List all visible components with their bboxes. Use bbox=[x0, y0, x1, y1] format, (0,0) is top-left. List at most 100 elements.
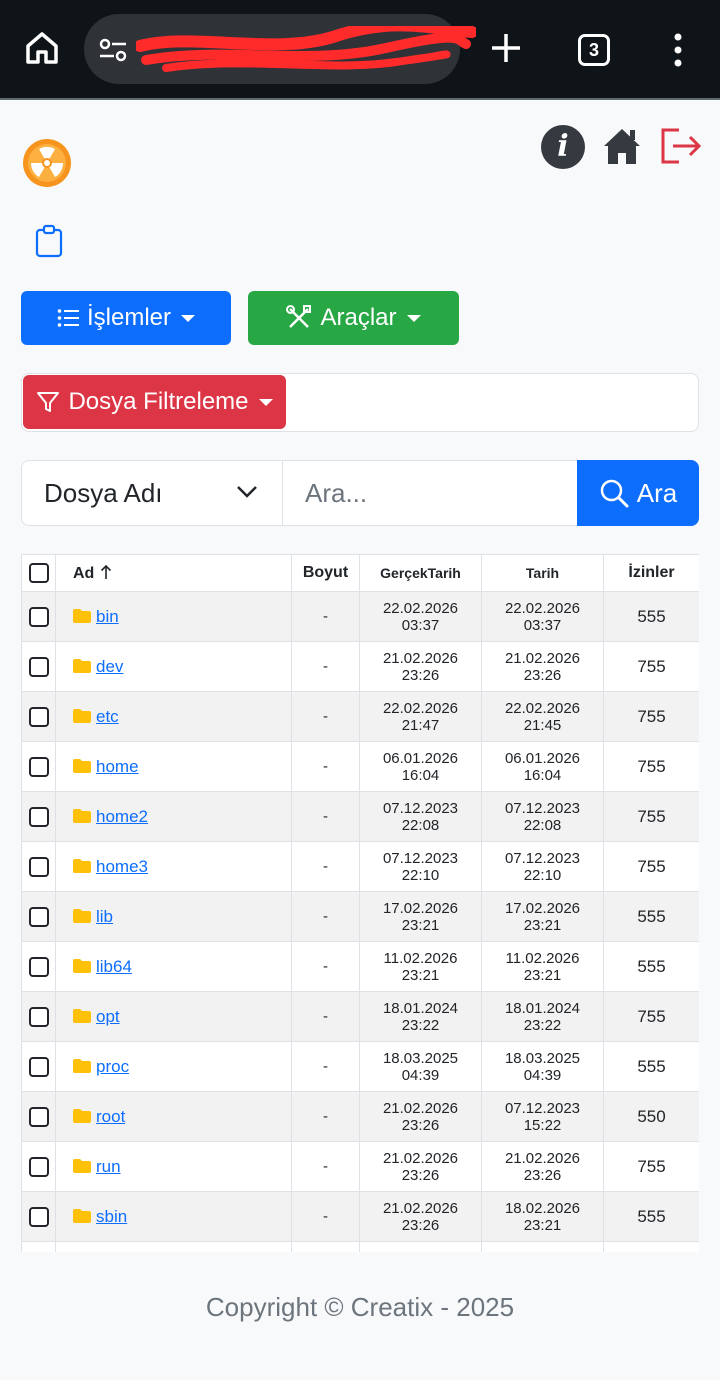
info-icon[interactable]: i bbox=[541, 125, 585, 169]
tools-label: Araçlar bbox=[320, 304, 397, 331]
folder-link[interactable]: opt bbox=[96, 1007, 120, 1026]
name-column-header[interactable]: Ad bbox=[55, 554, 292, 592]
size-cell: - bbox=[291, 841, 360, 892]
search-input[interactable]: Ara... bbox=[283, 460, 578, 526]
table-row[interactable]: root -21.02.2026 23:26 07.12.2023 15:22 550 bbox=[21, 1091, 699, 1142]
radiation-logo-icon[interactable] bbox=[22, 138, 72, 188]
date-value: 21.02.2026 bbox=[504, 649, 581, 667]
row-checkbox[interactable] bbox=[28, 1056, 49, 1077]
folder-link[interactable]: dev bbox=[96, 657, 123, 676]
table-row[interactable]: lib64-11.02.2026 23:21 11.02.2026 23:21 555 bbox=[21, 941, 699, 992]
folder-link[interactable]: proc bbox=[96, 1057, 129, 1076]
folder-icon bbox=[73, 958, 91, 973]
table-row[interactable]: home3-07.12.2023 22:10 07.12.2023 22:10 755 bbox=[21, 841, 699, 892]
folder-link[interactable]: home2 bbox=[96, 807, 148, 826]
date-value: 18.03.2025 bbox=[504, 1049, 581, 1067]
table-row[interactable]: sbin -21.02.2026 23:26 18.02.2026 23:21 555 bbox=[21, 1191, 699, 1242]
row-checkbox[interactable] bbox=[28, 806, 49, 827]
operations-dropdown-button[interactable]: İşlemler bbox=[21, 291, 231, 345]
name-cell: lib bbox=[55, 891, 292, 942]
permissions-column-header[interactable]: İzinler bbox=[603, 554, 699, 592]
table-row[interactable]: run -21.02.2026 23:26 21.02.2026 23:26 755 bbox=[21, 1141, 699, 1192]
folder-icon bbox=[73, 658, 91, 673]
real-time-value: 04:39 bbox=[401, 1066, 440, 1084]
date-cell: 18.02.2026 23:21 bbox=[481, 1191, 604, 1242]
table-row[interactable]: home2-07.12.2023 22:08 07.12.2023 22:08 755 bbox=[21, 791, 699, 842]
folder-link[interactable]: etc bbox=[96, 707, 119, 726]
date-value: 22.02.2026 bbox=[504, 599, 581, 617]
size-cell: - bbox=[291, 941, 360, 992]
folder-link[interactable]: lib64 bbox=[96, 957, 132, 976]
row-checkbox[interactable] bbox=[28, 1206, 49, 1227]
tab-switcher-button[interactable]: 3 bbox=[578, 34, 610, 66]
date-cell: 18.03.2025 04:39 bbox=[481, 1041, 604, 1092]
row-select-cell bbox=[21, 991, 56, 1042]
real-time-value: 22:08 bbox=[401, 816, 440, 834]
select-all-cell bbox=[21, 554, 56, 592]
table-row[interactable]: etc -22.02.2026 21:47 22.02.2026 21:45 755 bbox=[21, 691, 699, 742]
real-date-column-header[interactable]: GerçekTarih bbox=[359, 554, 482, 592]
new-tab-icon[interactable] bbox=[488, 30, 524, 66]
date-cell: 07.12.2023 22:10 bbox=[481, 841, 604, 892]
folder-link[interactable]: home3 bbox=[96, 857, 148, 876]
logout-icon[interactable] bbox=[659, 126, 705, 166]
permissions-cell bbox=[603, 1241, 699, 1252]
real-date-value: 07.12.2023 bbox=[382, 849, 459, 867]
row-checkbox[interactable] bbox=[28, 1006, 49, 1027]
row-checkbox[interactable] bbox=[28, 1156, 49, 1177]
search-button[interactable]: Ara bbox=[577, 460, 699, 526]
row-checkbox[interactable] bbox=[28, 656, 49, 677]
time-value: 04:39 bbox=[523, 1066, 562, 1084]
size-cell: - bbox=[291, 691, 360, 742]
table-row[interactable] bbox=[21, 1241, 699, 1252]
table-row[interactable]: dev -21.02.2026 23:26 21.02.2026 23:26 755 bbox=[21, 641, 699, 692]
table-row[interactable]: bin -22.02.2026 03:37 22.02.2026 03:37 555 bbox=[21, 591, 699, 642]
real-time-value: 22:10 bbox=[401, 866, 440, 884]
table-row[interactable]: opt -18.01.2024 23:22 18.01.2024 23:22 755 bbox=[21, 991, 699, 1042]
folder-link[interactable]: root bbox=[96, 1107, 125, 1126]
tools-dropdown-button[interactable]: Araçlar bbox=[248, 291, 459, 345]
permissions-cell: 755 bbox=[603, 691, 699, 742]
file-table-container[interactable]: Ad Boyut GerçekTarih Tarih İzinler bin -2… bbox=[21, 554, 699, 1252]
size-cell: - bbox=[291, 1141, 360, 1192]
folder-link[interactable]: sbin bbox=[96, 1207, 127, 1226]
time-value: 23:22 bbox=[523, 1016, 562, 1034]
row-checkbox[interactable] bbox=[28, 706, 49, 727]
house-icon[interactable] bbox=[603, 126, 641, 166]
table-row[interactable]: proc -18.03.2025 04:39 18.03.2025 04:39 555 bbox=[21, 1041, 699, 1092]
date-value: 07.12.2023 bbox=[504, 1099, 581, 1117]
folder-link[interactable]: run bbox=[96, 1157, 121, 1176]
row-select-cell bbox=[21, 1091, 56, 1142]
address-bar[interactable] bbox=[84, 14, 476, 84]
more-vert-icon[interactable] bbox=[670, 32, 686, 68]
name-cell: etc bbox=[55, 691, 292, 742]
row-checkbox[interactable] bbox=[28, 856, 49, 877]
site-settings-icon[interactable] bbox=[98, 36, 128, 64]
folder-link[interactable]: home bbox=[96, 757, 139, 776]
size-column-header[interactable]: Boyut bbox=[291, 554, 360, 592]
date-column-header[interactable]: Tarih bbox=[481, 554, 604, 592]
row-checkbox[interactable] bbox=[28, 956, 49, 977]
browser-toolbar: 3 bbox=[0, 0, 720, 100]
row-checkbox[interactable] bbox=[28, 606, 49, 627]
row-checkbox[interactable] bbox=[28, 1106, 49, 1127]
row-select-cell bbox=[21, 1141, 56, 1192]
file-filter-dropdown-button[interactable]: Dosya Filtreleme bbox=[23, 375, 286, 429]
real-date-cell: 22.02.2026 21:47 bbox=[359, 691, 482, 742]
real-date-value: 21.02.2026 bbox=[382, 1199, 459, 1217]
select-all-checkbox[interactable] bbox=[28, 563, 49, 583]
tools-icon bbox=[286, 305, 312, 328]
folder-link[interactable]: lib bbox=[96, 907, 113, 926]
real-date-value: 18.01.2024 bbox=[382, 999, 459, 1017]
home-icon[interactable] bbox=[22, 28, 62, 68]
size-cell: - bbox=[291, 891, 360, 942]
real-date-value: 11.02.2026 bbox=[383, 949, 458, 967]
row-checkbox[interactable] bbox=[28, 756, 49, 777]
caret-down-icon bbox=[406, 314, 421, 322]
table-row[interactable]: home -06.01.2026 16:04 06.01.2026 16:04 755 bbox=[21, 741, 699, 792]
table-row[interactable]: lib -17.02.2026 23:21 17.02.2026 23:21 555 bbox=[21, 891, 699, 942]
row-checkbox[interactable] bbox=[28, 906, 49, 927]
folder-link[interactable]: bin bbox=[96, 607, 119, 626]
time-value: 03:37 bbox=[523, 616, 562, 634]
clipboard-icon[interactable] bbox=[34, 224, 64, 258]
